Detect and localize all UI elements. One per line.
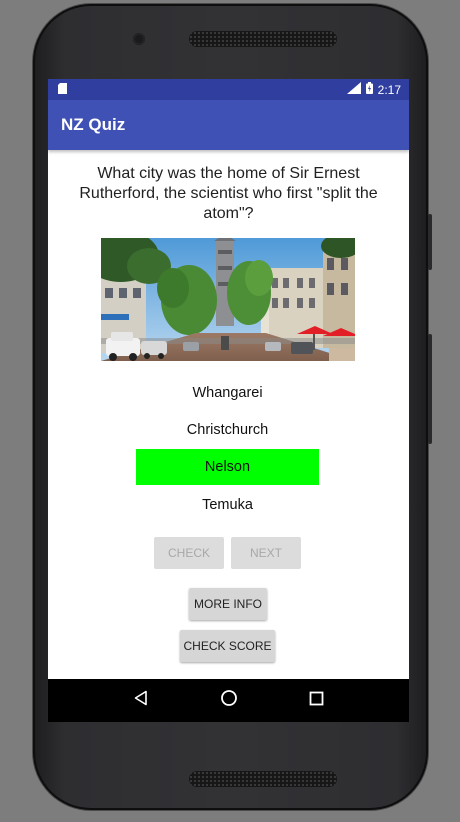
volume-button	[428, 334, 432, 444]
answer-option[interactable]: Christchurch	[136, 412, 319, 448]
power-button	[428, 214, 432, 270]
signal-icon: H	[346, 82, 361, 97]
recents-icon[interactable]	[309, 691, 324, 711]
back-icon[interactable]	[133, 690, 149, 711]
front-camera	[133, 33, 145, 45]
answer-option[interactable]: Temuka	[136, 487, 319, 523]
question-image	[101, 238, 355, 361]
app-title: NZ Quiz	[61, 115, 126, 134]
earpiece-speaker	[189, 31, 337, 47]
home-icon[interactable]	[220, 689, 238, 712]
status-bar: H 2:17	[48, 79, 409, 100]
answer-option[interactable]: Whangarei	[136, 375, 319, 411]
clock: 2:17	[377, 82, 401, 97]
app-bar: NZ Quiz	[48, 100, 409, 150]
battery-icon	[365, 82, 373, 97]
screen: H 2:17 NZ Quiz What city was the home of…	[48, 79, 409, 722]
check-score-button[interactable]: CHECK SCORE	[180, 630, 275, 662]
quiz-content: What city was the home of Sir Ernest Rut…	[48, 150, 409, 662]
next-button[interactable]: NEXT	[231, 537, 301, 569]
sd-card-icon	[58, 82, 67, 97]
svg-text:H: H	[348, 84, 353, 91]
check-button[interactable]: CHECK	[154, 537, 224, 569]
status-icons: H 2:17	[346, 82, 401, 97]
question-text: What city was the home of Sir Ernest Rut…	[79, 165, 378, 222]
answer-option-selected[interactable]: Nelson	[136, 449, 319, 485]
more-info-button[interactable]: MORE INFO	[189, 588, 267, 620]
navigation-bar	[48, 679, 409, 722]
bottom-speaker	[189, 771, 337, 787]
